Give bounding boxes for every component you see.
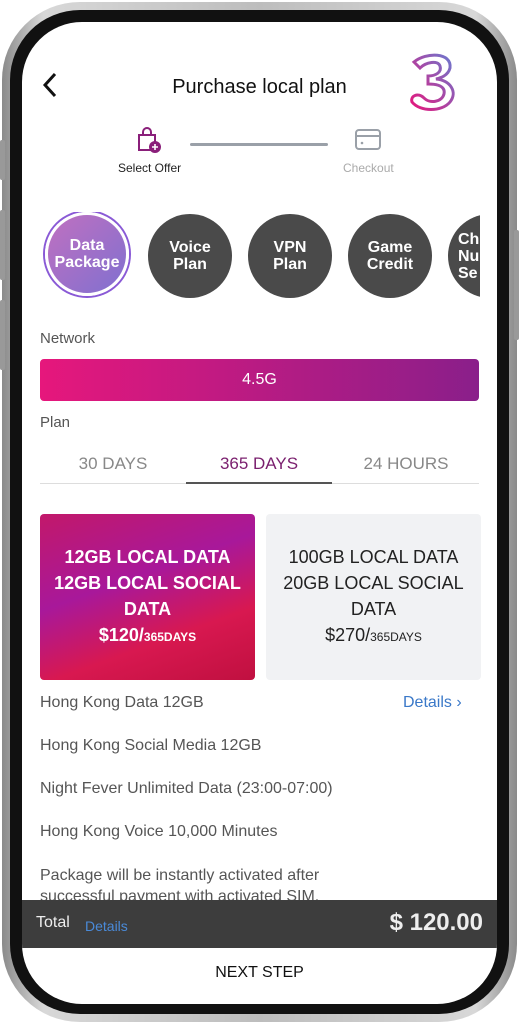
feature-item: Hong Kong Social Media 12GB	[40, 737, 262, 754]
card-icon	[354, 128, 382, 157]
side-button	[514, 230, 519, 340]
step-checkout: Checkout	[343, 161, 394, 175]
category-carousel: Data Package Voice Plan VPN Plan Game Credit…	[40, 212, 480, 302]
total-label: Total	[36, 914, 70, 931]
total-bar: Total Details $ 120.00	[22, 900, 497, 948]
network-label: Network	[40, 330, 96, 347]
total-amount: $ 120.00	[389, 909, 483, 936]
tab-indicator	[186, 482, 332, 484]
side-button	[0, 140, 5, 180]
side-button	[0, 300, 5, 370]
category-game-credit[interactable]: Game Credit	[348, 214, 432, 298]
tab-365-days[interactable]: 365 DAYS	[186, 454, 332, 474]
next-step-button[interactable]: NEXT STEP	[36, 948, 483, 998]
offer-card-selected[interactable]: 12GB LOCAL DATA 12GB LOCAL SOCIAL DATA $…	[40, 514, 255, 680]
step-progress-line	[190, 143, 328, 146]
feature-item: Hong Kong Data 12GB	[40, 694, 204, 711]
feature-item: Night Fever Unlimited Data (23:00-07:00)	[40, 780, 333, 797]
screen: Purchase local plan Select Offer Checkou…	[22, 22, 497, 1004]
offer-card[interactable]: 100GB LOCAL DATA 20GB LOCAL SOCIAL DATA …	[266, 514, 481, 680]
network-selector[interactable]: 4.5G	[40, 359, 479, 401]
details-link[interactable]: Details ›	[403, 694, 462, 712]
category-partial[interactable]: Ch Nu Se	[448, 214, 480, 298]
bag-plus-icon	[135, 126, 163, 159]
step-select-offer: Select Offer	[118, 161, 182, 175]
tab-24-hours[interactable]: 24 HOURS	[333, 454, 479, 474]
category-data-package[interactable]: Data Package	[45, 212, 129, 296]
category-vpn-plan[interactable]: VPN Plan	[248, 214, 332, 298]
three-logo	[406, 52, 462, 112]
feature-item: Hong Kong Voice 10,000 Minutes	[40, 823, 278, 840]
plan-label: Plan	[40, 414, 71, 431]
category-voice-plan[interactable]: Voice Plan	[148, 214, 232, 298]
side-button	[0, 210, 5, 280]
tab-30-days[interactable]: 30 DAYS	[40, 454, 186, 474]
total-details-link[interactable]: Details	[85, 918, 128, 934]
